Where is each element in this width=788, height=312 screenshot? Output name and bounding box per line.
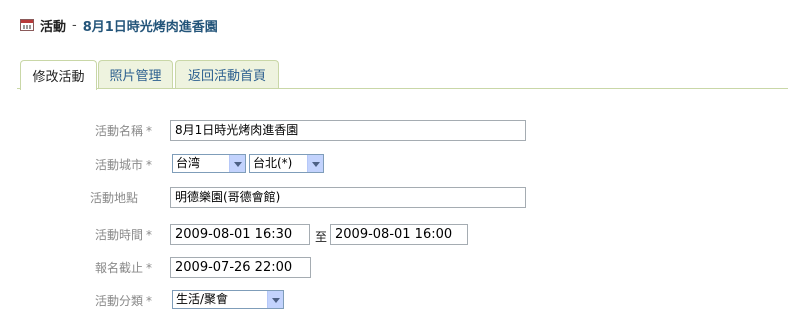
time-label: 活動時間 * [94, 228, 152, 242]
chevron-down-icon[interactable] [307, 155, 323, 172]
city-select[interactable]: 台北(*) [249, 154, 324, 173]
page-header: 活動 - 8月1日時光烤肉進香園 [20, 14, 218, 36]
time-range-separator: 至 [315, 230, 328, 244]
event-title: 8月1日時光烤肉進香園 [82, 19, 218, 35]
end-time-input[interactable]: 2009-08-01 16:00 [330, 224, 468, 245]
calendar-icon [20, 19, 34, 31]
category-select-value: 生活/聚會 [176, 292, 229, 306]
deadline-label: 報名截止 * [94, 261, 152, 275]
section-label: 活動 [40, 19, 67, 35]
location-label: 活動地點 [89, 191, 138, 205]
chevron-down-icon[interactable] [229, 155, 245, 172]
category-label: 活動分類 * [94, 294, 152, 308]
start-time-input[interactable]: 2009-08-01 16:30 [170, 224, 310, 245]
country-select[interactable]: 台湾 [172, 154, 246, 173]
name-label: 活動名稱 * [94, 124, 152, 138]
deadline-input[interactable]: 2009-07-26 22:00 [170, 257, 311, 278]
header-separator: - [72, 17, 77, 33]
event-name-input[interactable]: 8月1日時光烤肉進香園 [170, 120, 526, 141]
tab-photo-management[interactable]: 照片管理 [98, 60, 173, 88]
city-select-value: 台北(*) [253, 156, 293, 170]
country-select-value: 台湾 [176, 156, 201, 170]
chevron-down-icon[interactable] [267, 291, 283, 308]
tabs-divider [17, 88, 788, 89]
city-label: 活動城市 * [94, 158, 152, 172]
location-input[interactable]: 明德樂園(哥德會館) [170, 187, 526, 208]
tab-edit-event[interactable]: 修改活動 [20, 60, 97, 90]
category-select[interactable]: 生活/聚會 [172, 290, 284, 309]
tab-back-to-event-home[interactable]: 返回活動首頁 [175, 60, 279, 88]
